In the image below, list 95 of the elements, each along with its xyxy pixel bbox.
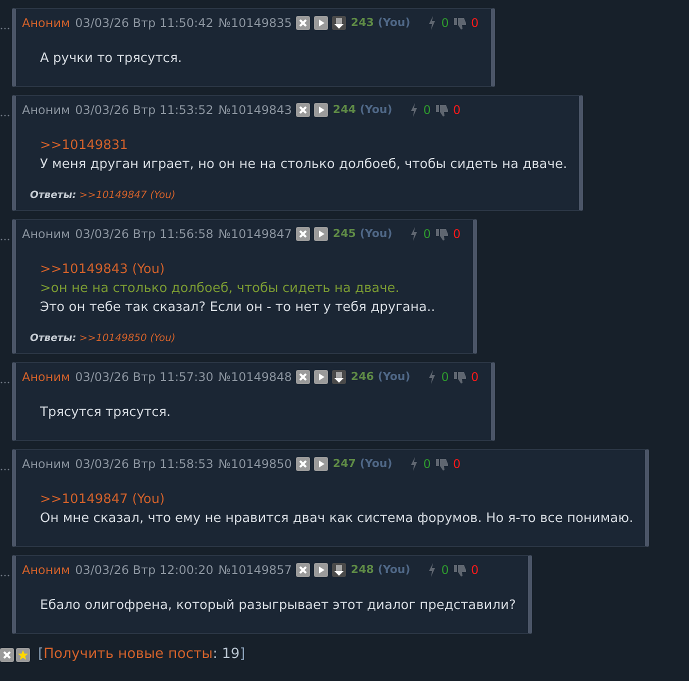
reply-link[interactable]: >>10149831 [40,136,128,155]
author-name: Аноним [22,15,70,32]
post-date: 03/03/26 Втр 11:57:30 [75,369,214,386]
play-icon[interactable] [314,563,328,577]
post-number[interactable]: №10149857 [218,561,292,579]
reply-link[interactable]: >>10149850 (You) [79,331,176,346]
star-icon[interactable] [16,648,30,662]
author-name: Аноним [22,226,70,243]
play-icon[interactable] [314,370,328,384]
like-count: 0 [441,562,449,579]
replies-label: Ответы: [30,189,76,203]
post-date: 03/03/26 Втр 11:50:42 [75,15,214,32]
post-index: 244 [332,102,356,118]
drag-handle-icon[interactable] [0,381,10,384]
dislike-count: 0 [470,15,479,32]
download-icon[interactable] [332,370,346,384]
post-text: У меня друган играет, но он не на столько долбоеб, чтобы сидеть на дваче. [40,156,568,174]
drag-handle-icon[interactable] [0,238,10,241]
post-text: Трясутся трясутся. [40,404,171,422]
new-posts-link[interactable]: Получить новые посты [43,644,213,665]
post-date: 03/03/26 Втр 12:00:20 [75,562,214,579]
reply-link[interactable]: >>10149843 (You) [40,260,165,279]
thumbs-down-icon[interactable] [454,564,467,576]
you-label: (You) [378,562,410,578]
hide-icon[interactable] [296,457,310,471]
hide-icon[interactable] [296,227,310,241]
hide-icon[interactable] [296,370,310,384]
post-index: 247 [332,456,356,472]
you-label: (You) [360,226,392,242]
post-number[interactable]: №10149835 [218,14,292,32]
replies-label: Ответы: [30,332,76,346]
dislike-count: 0 [470,562,479,579]
lightning-icon[interactable] [428,370,436,384]
thumbs-down-icon[interactable] [436,104,449,116]
post-date: 03/03/26 Втр 11:56:58 [75,226,214,243]
dislike-count: 0 [470,369,479,386]
play-icon[interactable] [314,16,328,30]
lightning-icon[interactable] [410,103,418,117]
close-icon[interactable] [0,648,14,662]
lightning-icon[interactable] [410,457,418,471]
post-text: Это он тебе так сказал? Если он - то нет у тебя другана.. [40,299,436,317]
drag-handle-icon[interactable] [0,468,10,471]
post-number[interactable]: №10149847 [218,225,292,243]
lightning-icon[interactable] [410,227,418,241]
thumbs-down-icon[interactable] [454,16,467,30]
post-index: 248 [350,562,374,578]
new-posts-count: : 19 [212,645,240,664]
like-count: 0 [423,102,431,119]
drag-handle-icon[interactable] [0,574,10,577]
you-label: (You) [378,368,410,385]
post-text: А ручки то трясутся. [40,50,182,68]
post-number[interactable]: №10149848 [218,368,292,386]
post-date: 03/03/26 Втр 11:53:52 [75,102,214,119]
post-number[interactable]: №10149843 [218,101,292,119]
reply-link[interactable]: >>10149847 (You) [79,188,176,203]
like-count: 0 [423,456,431,473]
like-count: 0 [423,226,431,243]
download-icon[interactable] [332,16,346,30]
dislike-count: 0 [452,226,461,243]
post-index: 246 [350,368,374,385]
post-text: Ебало олигофрена, который разыгрывает этот диалог представили? [40,597,516,615]
drag-handle-icon[interactable] [0,27,10,30]
like-count: 0 [441,369,449,386]
play-icon[interactable] [314,103,328,117]
author-name: Аноним [22,562,70,579]
you-label: (You) [360,102,392,118]
post-date: 03/03/26 Втр 11:58:53 [75,456,214,473]
bracket-text: [ [38,645,44,664]
author-name: Аноним [22,456,70,473]
bracket-text: ] [240,645,246,664]
play-icon[interactable] [314,457,328,471]
lightning-icon[interactable] [428,16,436,30]
download-icon[interactable] [332,563,346,577]
like-count: 0 [441,15,449,32]
author-name: Аноним [22,369,70,386]
lightning-icon[interactable] [428,563,436,577]
post-number[interactable]: №10149850 [218,455,292,473]
hide-icon[interactable] [296,103,310,117]
play-icon[interactable] [314,227,328,241]
you-label: (You) [360,456,392,472]
post-index: 245 [332,226,356,242]
quote-text: >он не на столько долбоеб, чтобы сидеть на дваче. [40,280,400,298]
author-name: Аноним [22,102,70,119]
thumbs-down-icon[interactable] [436,458,449,470]
you-label: (You) [378,14,410,31]
hide-icon[interactable] [296,16,310,30]
drag-handle-icon[interactable] [0,114,10,117]
thumbs-down-icon[interactable] [454,370,467,384]
thumbs-down-icon[interactable] [436,228,449,240]
post-text: Он мне сказал, что ему не нравится двач как система форумов. Но я-то все понимаю. [40,510,634,528]
reply-link[interactable]: >>10149847 (You) [40,490,165,509]
hide-icon[interactable] [296,563,310,577]
dislike-count: 0 [452,102,461,119]
dislike-count: 0 [452,456,461,473]
post-index: 243 [350,14,374,31]
